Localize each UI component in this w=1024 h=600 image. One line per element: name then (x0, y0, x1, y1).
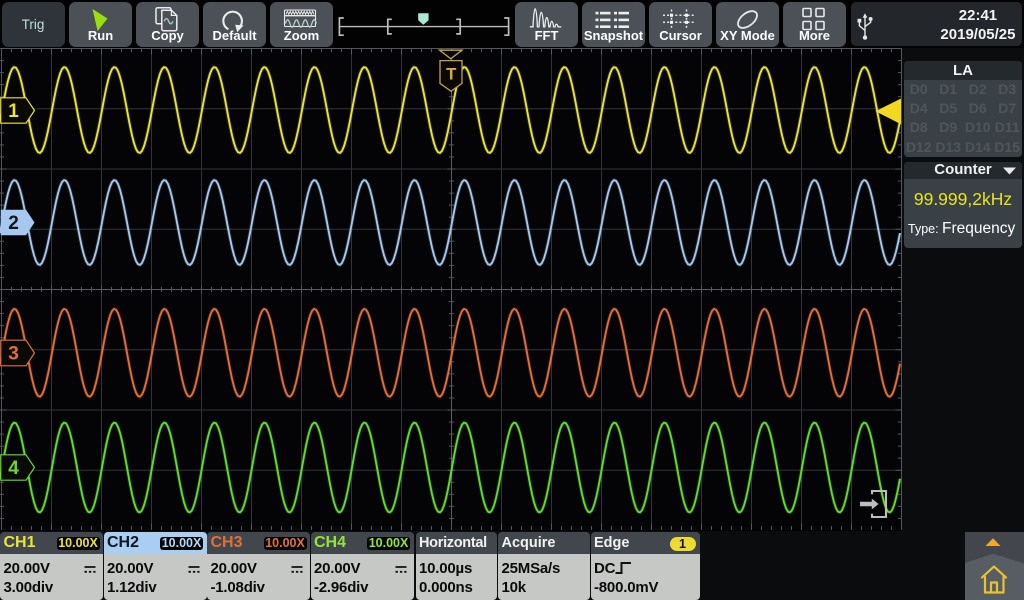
svg-text:1: 1 (8, 101, 19, 122)
svg-text:T: T (446, 65, 457, 84)
svg-text:4: 4 (8, 458, 19, 479)
svg-text:3: 3 (8, 344, 19, 365)
svg-text:2: 2 (8, 213, 19, 234)
